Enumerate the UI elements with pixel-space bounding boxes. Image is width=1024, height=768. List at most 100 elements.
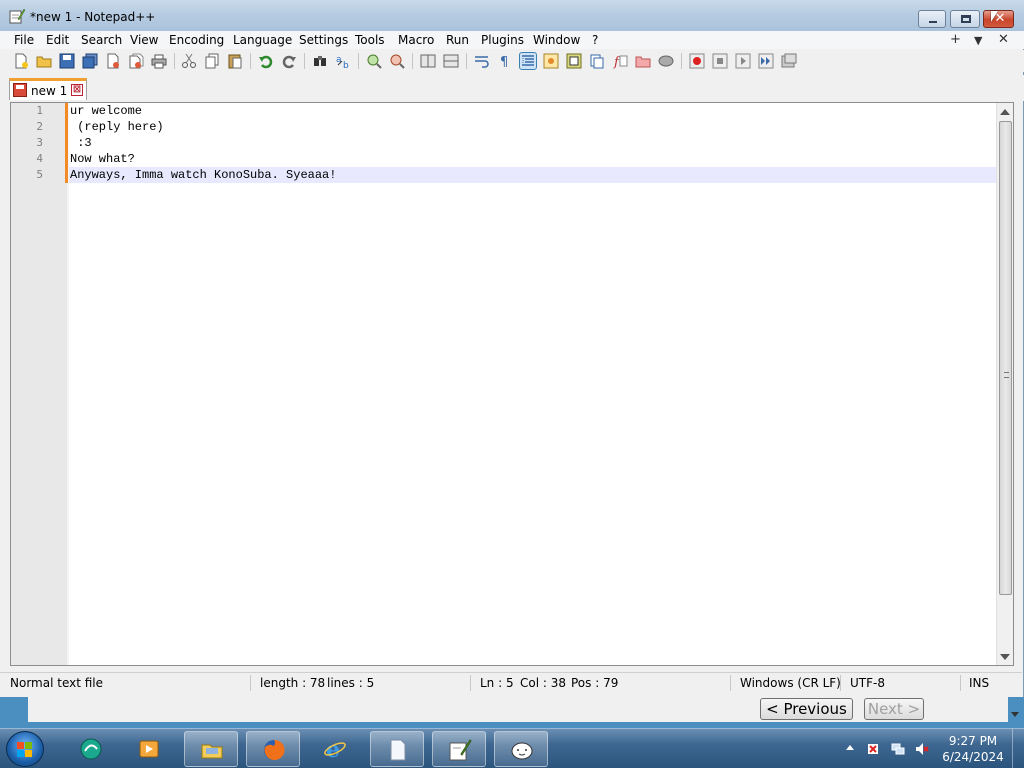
close-icon[interactable]: [105, 53, 121, 69]
zoom-in-icon[interactable]: [366, 53, 382, 69]
taskbar-document[interactable]: [370, 731, 424, 767]
minimize-icon: [929, 21, 937, 23]
play-macro-icon[interactable]: [735, 53, 751, 69]
minimize-button[interactable]: [918, 10, 946, 28]
save-macro-icon[interactable]: [781, 53, 797, 69]
menu-plugins[interactable]: Plugins: [481, 33, 524, 47]
network-icon[interactable]: [891, 742, 905, 756]
toolbar-separator: [250, 53, 251, 69]
replace-icon[interactable]: ab: [335, 53, 351, 69]
teal-app-icon: [80, 738, 102, 760]
menu-settings[interactable]: Settings: [299, 33, 348, 47]
folder-workspace-icon[interactable]: [635, 53, 651, 69]
menu-file[interactable]: File: [14, 33, 34, 47]
editor-line[interactable]: (reply here): [65, 119, 997, 135]
save-icon[interactable]: [59, 53, 75, 69]
taskbar-avatar-app[interactable]: [494, 731, 548, 767]
background-window-strip: < Previous Next >: [0, 697, 1024, 728]
unsaved-file-icon: [13, 83, 27, 97]
close-all-icon[interactable]: [128, 53, 144, 69]
line-text: (reply here): [70, 120, 164, 134]
open-file-icon[interactable]: [36, 53, 52, 69]
title-bar[interactable]: *new 1 - Notepad++ ✕: [0, 0, 1024, 32]
menu-tools[interactable]: Tools: [355, 33, 385, 47]
status-divider: [250, 675, 251, 691]
taskbar-media-player[interactable]: [122, 731, 176, 767]
undo-icon[interactable]: [258, 53, 274, 69]
blank-document-icon: [390, 739, 406, 761]
paste-icon[interactable]: [227, 53, 243, 69]
scrollbar-thumb[interactable]: [999, 121, 1012, 595]
scroll-down-icon[interactable]: [1000, 654, 1010, 660]
show-all-chars-icon[interactable]: ¶: [497, 53, 513, 69]
function-list-icon[interactable]: f: [612, 53, 628, 69]
editor-line[interactable]: :3: [65, 135, 997, 151]
line-text: ur welcome: [70, 104, 143, 118]
avatar-face-icon: [511, 742, 533, 760]
taskbar-firefox[interactable]: [246, 731, 300, 767]
previous-button[interactable]: < Previous: [760, 698, 853, 720]
monitoring-icon[interactable]: [658, 53, 674, 69]
volume-muted-icon[interactable]: [915, 742, 929, 756]
editor-line-current[interactable]: Anyways, Imma watch KonoSuba. Syeaaa!: [65, 167, 997, 183]
menu-language[interactable]: Language: [233, 33, 292, 47]
doc-map-icon[interactable]: [566, 53, 582, 69]
doc-list-icon[interactable]: [589, 53, 605, 69]
background-panel: [28, 697, 1008, 722]
tab-list-dropdown-icon[interactable]: ▼: [974, 34, 982, 47]
user-lang-icon[interactable]: [543, 53, 559, 69]
find-icon[interactable]: [312, 53, 328, 69]
vertical-scrollbar[interactable]: [996, 103, 1013, 665]
action-center-icon[interactable]: [866, 742, 880, 756]
menu-help[interactable]: ?: [592, 33, 598, 47]
new-tab-plus-icon[interactable]: +: [950, 32, 961, 47]
scroll-down-icon[interactable]: [1011, 712, 1019, 717]
editor-line[interactable]: Now what?: [65, 151, 997, 167]
status-bar: Normal text file length : 78 lines : 5 L…: [0, 672, 1022, 692]
svg-text:a: a: [336, 55, 342, 65]
tray-expand-icon[interactable]: [846, 745, 854, 750]
cut-icon[interactable]: [181, 53, 197, 69]
editor-line[interactable]: ur welcome: [65, 103, 997, 119]
menu-macro[interactable]: Macro: [398, 33, 434, 47]
status-divider: [840, 675, 841, 691]
menu-edit[interactable]: Edit: [46, 33, 69, 47]
redo-icon[interactable]: [281, 53, 297, 69]
maximize-button[interactable]: [950, 10, 980, 28]
taskbar-internet-explorer[interactable]: e: [308, 731, 362, 767]
sync-vertical-icon[interactable]: [420, 53, 436, 69]
taskbar-app-teal[interactable]: [64, 731, 118, 767]
indent-guide-icon[interactable]: [519, 52, 537, 70]
menu-encoding[interactable]: Encoding: [169, 33, 224, 47]
taskbar-file-explorer[interactable]: [184, 731, 238, 767]
menu-search[interactable]: Search: [81, 33, 122, 47]
menu-view[interactable]: View: [130, 33, 158, 47]
line-number-gutter: 1 2 3 4 5: [11, 103, 67, 665]
status-ln: Ln : 5: [480, 676, 514, 690]
show-desktop-button[interactable]: [1012, 729, 1024, 768]
print-icon[interactable]: [151, 53, 167, 69]
stop-macro-icon[interactable]: [712, 53, 728, 69]
run-macro-multiple-icon[interactable]: [758, 53, 774, 69]
tab-close-icon[interactable]: ⊠: [71, 84, 83, 96]
menu-run[interactable]: Run: [446, 33, 469, 47]
copy-icon[interactable]: [204, 53, 220, 69]
start-button[interactable]: [6, 731, 44, 767]
maximize-icon: [961, 15, 971, 23]
close-window-button[interactable]: ✕: [983, 10, 1014, 28]
save-all-icon[interactable]: [82, 53, 98, 69]
word-wrap-icon[interactable]: [474, 53, 490, 69]
zoom-out-icon[interactable]: [389, 53, 405, 69]
system-clock[interactable]: 9:27 PM 6/24/2024: [940, 733, 1006, 765]
status-lines: lines : 5: [327, 676, 375, 690]
menu-window[interactable]: Window: [533, 33, 580, 47]
record-macro-icon[interactable]: [689, 53, 705, 69]
close-doc-icon[interactable]: ✕: [998, 32, 1009, 47]
sync-horizontal-icon[interactable]: [443, 53, 459, 69]
new-file-icon[interactable]: [13, 53, 29, 69]
text-editor[interactable]: 1 2 3 4 5 ur welcome (reply here) :3 Now…: [10, 102, 1014, 666]
scroll-up-icon[interactable]: [1000, 109, 1010, 115]
tab-new-1[interactable]: new 1 ⊠: [9, 78, 87, 100]
notepadpp-window: *new 1 - Notepad++ ✕ File Edit Search Vi…: [0, 0, 1024, 697]
taskbar-notepadpp[interactable]: [432, 731, 486, 767]
